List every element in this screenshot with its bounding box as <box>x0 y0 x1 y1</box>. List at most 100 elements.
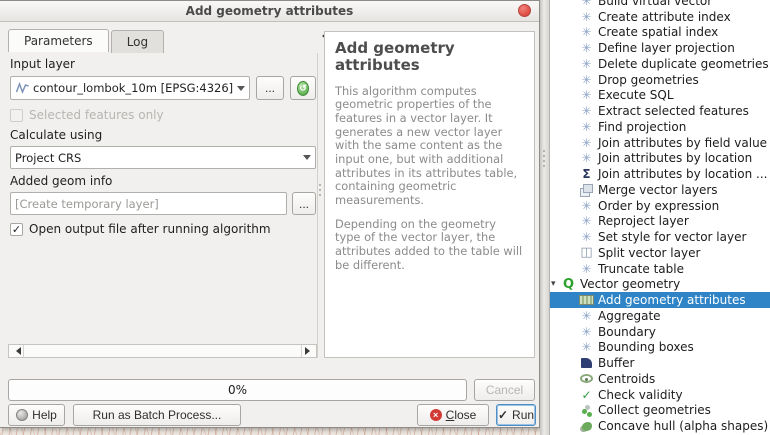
toolbox-item[interactable]: ▾ Bounding boxes <box>550 340 770 356</box>
checkmark-icon: ✓ <box>10 222 23 236</box>
input-layer-combo[interactable]: contour_lombok_10m [EPSG:4326] <box>10 76 250 100</box>
gear-icon <box>579 214 594 228</box>
horizontal-scrollbar[interactable] <box>8 344 317 358</box>
scroll-right-icon[interactable] <box>301 345 316 357</box>
parameters-panel: Input layer contour_lombok_10m [EPSG:432… <box>0 53 318 358</box>
toolbox-item[interactable]: ▾ Centroids <box>550 371 770 387</box>
gear-icon <box>579 325 594 339</box>
input-layer-browse-button[interactable]: ... <box>256 76 284 100</box>
gear-icon <box>579 199 594 213</box>
toolbox-item[interactable]: ▾ Create spatial index <box>550 25 770 41</box>
toolbox-item-label: Boundary <box>598 324 656 339</box>
toolbox-item[interactable]: ▾ Define layer projection <box>550 40 770 56</box>
gear-icon <box>579 10 594 24</box>
toolbox-item-label: Bounding boxes <box>598 340 694 355</box>
toolbox-item[interactable]: ▾ Concave hull (alpha shapes) <box>550 418 770 434</box>
toolbox-item-label: Merge vector layers <box>598 182 718 197</box>
toolbox-item[interactable]: ▾ Join attributes by location ... <box>550 166 770 182</box>
toolbox-item[interactable]: ▾ Order by expression <box>550 198 770 214</box>
expand-triangle-icon[interactable]: ▾ <box>551 279 561 289</box>
window-close-icon[interactable] <box>518 4 531 17</box>
toolbox-item[interactable]: ▾ Join attributes by location <box>550 151 770 167</box>
gear-icon <box>579 262 594 276</box>
description-heading: Add geometry attributes <box>335 39 455 75</box>
toolbox-item[interactable]: ▾ Check validity <box>550 387 770 403</box>
toolbox-item-label: Aggregate <box>598 308 661 323</box>
calculate-using-combo[interactable]: Project CRS <box>10 146 316 169</box>
selected-features-label: Selected features only <box>29 108 164 122</box>
close-label: Close <box>445 408 477 422</box>
tab-parameters[interactable]: Parameters <box>8 29 109 52</box>
input-layer-value: contour_lombok_10m [EPSG:4326] <box>33 81 234 95</box>
add-geometry-attributes-dialog: Add geometry attributes Parameters Log I… <box>0 0 540 428</box>
toolbox-item[interactable]: ▾ Collect geometries <box>550 403 770 419</box>
collect-icon <box>579 403 594 417</box>
toolbox-item[interactable]: ▾ Build virtual vector <box>550 0 770 9</box>
toolbox-item[interactable]: ▾ Delete duplicate geometries <box>550 56 770 72</box>
toolbox-item-label: Vector geometry <box>580 277 681 292</box>
toolbox-tree: ▾ Build virtual vector ▾ Create attribut… <box>550 0 770 434</box>
iterate-over-layer-button[interactable]: ↺ <box>290 76 316 100</box>
gear-icon <box>579 340 594 354</box>
gear-icon <box>579 309 594 323</box>
output-browse-button[interactable]: ... <box>292 192 316 215</box>
added-geom-info-field[interactable]: [Create temporary layer] <box>10 192 287 215</box>
toolbox-item[interactable]: ▾ Reproject layer <box>550 214 770 230</box>
toolbox-item[interactable]: ▾ Aggregate <box>550 308 770 324</box>
open-output-label: Open output file after running algorithm <box>29 222 271 236</box>
panel-splitter[interactable] <box>540 0 550 435</box>
toolbox-item-label: Check validity <box>598 387 683 402</box>
gear-icon <box>579 57 594 71</box>
gear-icon <box>579 104 594 118</box>
panel-splitter-handle[interactable] <box>543 150 545 167</box>
toolbox-item-label: Drop geometries <box>598 72 699 87</box>
toolbox-item[interactable]: ▾ Extract selected features <box>550 103 770 119</box>
dialog-titlebar[interactable]: Add geometry attributes <box>0 1 539 22</box>
toolbox-item[interactable]: ▾ Add geometry attributes <box>550 292 770 308</box>
dialog-tabbar: Parameters Log <box>8 29 166 53</box>
calculate-using-label: Calculate using <box>10 128 103 142</box>
toolbox-item[interactable]: ▾ Set style for vector layer <box>550 229 770 245</box>
toolbox-item[interactable]: ▾ Drop geometries <box>550 72 770 88</box>
gear-icon <box>579 230 594 244</box>
toolbox-item-label: Create attribute index <box>598 9 731 24</box>
toolbox-item[interactable]: ▾ Boundary <box>550 324 770 340</box>
toolbox-item-label: Join attributes by location <box>598 151 753 166</box>
run-as-batch-button[interactable]: Run as Batch Process... <box>73 404 241 426</box>
gear-icon <box>579 73 594 87</box>
tab-log[interactable]: Log <box>110 30 165 53</box>
gear-icon <box>579 151 594 165</box>
input-layer-label: Input layer <box>10 57 75 71</box>
help-globe-icon <box>16 409 29 421</box>
toolbox-item[interactable]: ▾ Truncate table <box>550 261 770 277</box>
toolbox-item[interactable]: ▾ Create attribute index <box>550 9 770 25</box>
toolbox-item[interactable]: ▾ Split vector layer <box>550 245 770 261</box>
calculate-using-value: Project CRS <box>15 150 82 165</box>
toolbox-item-label: Delete duplicate geometries <box>598 56 769 71</box>
line-layer-icon <box>15 82 29 94</box>
toolbox-item[interactable]: ▾ Vector geometry <box>550 277 770 293</box>
toolbox-item-label: Add geometry attributes <box>598 293 746 308</box>
scroll-left-icon[interactable] <box>9 345 24 357</box>
toolbox-item-label: Build virtual vector <box>598 0 713 8</box>
iterate-icon: ↺ <box>297 80 309 96</box>
added-geom-info-label: Added geom info <box>10 174 113 188</box>
gear-icon <box>579 25 594 39</box>
gear-icon <box>579 136 594 150</box>
toolbox-item[interactable]: ▾ Merge vector layers <box>550 182 770 198</box>
toolbox-item[interactable]: ▾ Execute SQL <box>550 88 770 104</box>
toolbox-item-label: Order by expression <box>598 198 720 213</box>
buffer-icon <box>579 356 594 370</box>
splitter-handle[interactable] <box>319 184 321 196</box>
toolbox-item[interactable]: ▾ Buffer <box>550 355 770 371</box>
run-button[interactable]: ✓ Run <box>496 404 536 426</box>
measure-icon <box>579 293 594 307</box>
help-button[interactable]: Help <box>8 404 65 426</box>
open-output-checkbox[interactable]: ✓ Open output file after running algorit… <box>10 222 271 236</box>
check-icon <box>579 388 594 402</box>
gear-icon <box>579 88 594 102</box>
toolbox-item[interactable]: ▾ Join attributes by field value <box>550 135 770 151</box>
description-paragraph: Depending on the geometry type of the ve… <box>335 216 523 272</box>
close-button[interactable]: × Close <box>417 404 489 426</box>
toolbox-item[interactable]: ▾ Find projection <box>550 119 770 135</box>
